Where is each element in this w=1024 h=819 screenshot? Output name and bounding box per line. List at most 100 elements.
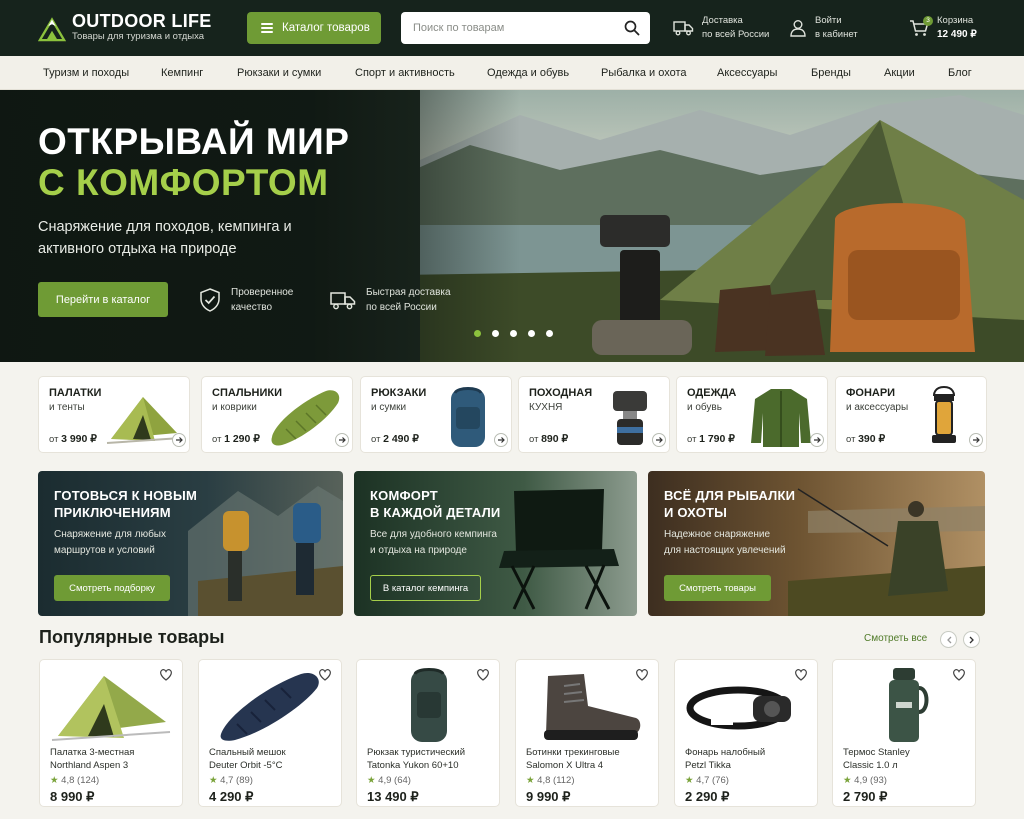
backpack-icon — [451, 387, 485, 447]
promo-adventures[interactable]: ГОТОВЬСЯ К НОВЫМ ПРИКЛЮЧЕНИЯМ Снаряжение … — [38, 471, 343, 616]
category-price: от 2 490 ₽ — [371, 433, 419, 445]
main-nav: Туризм и походы Кемпинг Рюкзаки и сумки … — [0, 56, 1024, 90]
nav-item-blog[interactable]: Блог — [948, 67, 972, 79]
user-icon — [790, 20, 806, 37]
promo-button[interactable]: Смотреть подборку — [54, 575, 170, 601]
search-icon[interactable] — [624, 20, 640, 36]
product-rating: ★ 4,9 (64) — [367, 775, 411, 786]
nav-item-sale[interactable]: Акции — [884, 67, 915, 79]
slider-dot-1[interactable] — [474, 330, 481, 337]
category-clothing[interactable]: ОДЕЖДА и обувь от 1 790 ₽ — [676, 376, 828, 453]
arrow-right-icon — [652, 433, 666, 447]
nav-item-brands[interactable]: Бренды — [811, 67, 851, 79]
hero-title: ОТКРЫВАЙ МИР С КОМФОРТОМ — [38, 121, 349, 203]
truck-icon — [330, 291, 356, 309]
category-lanterns[interactable]: ФОНАРИ и аксессуары от 390 ₽ — [835, 376, 987, 453]
slider-dot-5[interactable] — [546, 330, 553, 337]
catalog-button[interactable]: Каталог товаров — [247, 12, 381, 44]
sleeping-bag-icon — [220, 672, 319, 741]
promo-camping[interactable]: КОМФОРТ В КАЖДОЙ ДЕТАЛИ Все для удобного … — [354, 471, 637, 616]
heart-icon[interactable] — [476, 668, 490, 681]
product-price: 8 990 ₽ — [50, 789, 95, 804]
product-card[interactable]: Рюкзак туристический Tatonka Yukon 60+10 … — [356, 659, 500, 807]
arrow-right-icon — [969, 433, 983, 447]
feature-delivery: Быстрая доставка по всей России — [330, 285, 464, 315]
star-icon: ★ — [209, 775, 218, 786]
category-sleeping-bags[interactable]: СПАЛЬНИКИ и коврики от 1 290 ₽ — [201, 376, 353, 453]
product-card[interactable]: Палатка 3-местная Northland Aspen 3 ★ 4,8… — [39, 659, 183, 807]
category-title: ФОНАРИ — [846, 387, 896, 399]
product-price: 13 490 ₽ — [367, 789, 419, 804]
camp-stove-icon — [613, 391, 647, 445]
delivery-subtitle: по всей России — [702, 29, 770, 40]
login-subtitle: в кабинет — [815, 29, 858, 40]
category-price: от 890 ₽ — [529, 433, 569, 445]
product-card[interactable]: Ботинки трекинговые Salomon X Ultra 4 ★ 4… — [515, 659, 659, 807]
arrow-right-icon — [172, 433, 186, 447]
slider-dot-2[interactable] — [492, 330, 499, 337]
hero-title-line2: С КОМФОРТОМ — [38, 162, 329, 203]
search-input[interactable] — [401, 12, 611, 44]
heart-icon[interactable] — [952, 668, 966, 681]
product-name: Фонарь налобный Petzl Tikka — [685, 747, 766, 771]
product-card[interactable]: Спальный мешок Deuter Orbit -5°C ★ 4,7 (8… — [198, 659, 342, 807]
promo-text: Все для удобного кемпинга и отдыха на при… — [370, 529, 497, 556]
star-icon: ★ — [526, 775, 535, 786]
category-camp-kitchen[interactable]: ПОХОДНАЯ КУХНЯ от 890 ₽ — [518, 376, 670, 453]
category-subtitle: КУХНЯ — [529, 402, 563, 413]
star-icon: ★ — [367, 775, 376, 786]
nav-item-sport[interactable]: Спорт и активность — [355, 67, 455, 79]
logo-title: OUTDOOR LIFE — [72, 11, 212, 31]
heart-icon[interactable] — [159, 668, 173, 681]
promo-button[interactable]: Смотреть товары — [664, 575, 771, 601]
cart-total: 12 490 ₽ — [937, 29, 977, 40]
product-rating: ★ 4,7 (76) — [685, 775, 729, 786]
delivery-title: Доставка — [702, 15, 743, 26]
feature-quality-text: Проверенное качество — [231, 287, 294, 313]
category-subtitle: и тенты — [49, 402, 85, 413]
heart-icon[interactable] — [318, 668, 332, 681]
nav-item-backpacks[interactable]: Рюкзаки и сумки — [237, 67, 321, 79]
nav-item-clothing[interactable]: Одежда и обувь — [487, 67, 569, 79]
promo-fishing[interactable]: ВСЁ ДЛЯ РЫБАЛКИ И ОХОТЫ Надежное снаряжен… — [648, 471, 985, 616]
next-arrow-button[interactable] — [963, 631, 980, 648]
promo-button[interactable]: В каталог кемпинга — [370, 575, 481, 601]
slider-dot-3[interactable] — [510, 330, 517, 337]
nav-item-tourism[interactable]: Туризм и походы — [43, 67, 129, 79]
see-all-link[interactable]: Смотреть все — [864, 633, 927, 644]
sleeping-bag-icon — [271, 390, 340, 446]
menu-icon — [261, 23, 273, 33]
product-name: Палатка 3-местная Northland Aspen 3 — [50, 747, 135, 771]
nav-item-accessories[interactable]: Аксессуары — [717, 67, 777, 79]
tent-icon — [106, 397, 182, 444]
category-title: РЮКЗАКИ — [371, 387, 427, 399]
category-title: ПАЛАТКИ — [49, 387, 102, 399]
feature-delivery-text: Быстрая доставка по всей России — [366, 287, 451, 313]
logo[interactable]: OUTDOOR LIFE Товары для туризма и отдыха — [38, 12, 212, 43]
delivery-info[interactable]: Доставка по всей России — [673, 14, 769, 42]
prev-arrow-button[interactable] — [940, 631, 957, 648]
cart-link[interactable]: 3 Корзина 12 490 ₽ — [909, 14, 977, 42]
hero-catalog-button[interactable]: Перейти в каталог — [38, 282, 168, 317]
catalog-button-label: Каталог товаров — [282, 22, 370, 34]
category-subtitle: и обувь — [687, 402, 722, 413]
login-link[interactable]: Войти в кабинет — [789, 14, 858, 42]
promo-title: ВСЁ ДЛЯ РЫБАЛКИ И ОХОТЫ — [664, 488, 796, 520]
category-price: от 1 790 ₽ — [687, 433, 735, 445]
category-price: от 3 990 ₽ — [49, 433, 97, 445]
heart-icon[interactable] — [635, 668, 649, 681]
hero-subtitle: Снаряжение для походов, кемпинга и актив… — [38, 219, 292, 257]
product-rating: ★ 4,7 (89) — [209, 775, 253, 786]
nav-item-camping[interactable]: Кемпинг — [161, 67, 203, 79]
nav-item-fishing[interactable]: Рыбалка и охота — [601, 67, 687, 79]
slider-dot-4[interactable] — [528, 330, 535, 337]
product-name: Термос Stanley Classic 1.0 л — [843, 747, 910, 771]
product-card[interactable]: Фонарь налобный Petzl Tikka ★ 4,7 (76) 2 … — [674, 659, 818, 807]
promo-text: Снаряжение для любых маршрутов и условий — [54, 529, 166, 556]
category-backpacks[interactable]: РЮКЗАКИ и сумки от 2 490 ₽ — [360, 376, 512, 453]
product-name: Рюкзак туристический Tatonka Yukon 60+10 — [367, 747, 466, 771]
heart-icon[interactable] — [794, 668, 808, 681]
product-card[interactable]: Термос Stanley Classic 1.0 л ★ 4,9 (93) 2… — [832, 659, 976, 807]
truck-icon — [673, 21, 694, 36]
category-tents[interactable]: ПАЛАТКИ и тенты от 3 990 ₽ — [38, 376, 190, 453]
